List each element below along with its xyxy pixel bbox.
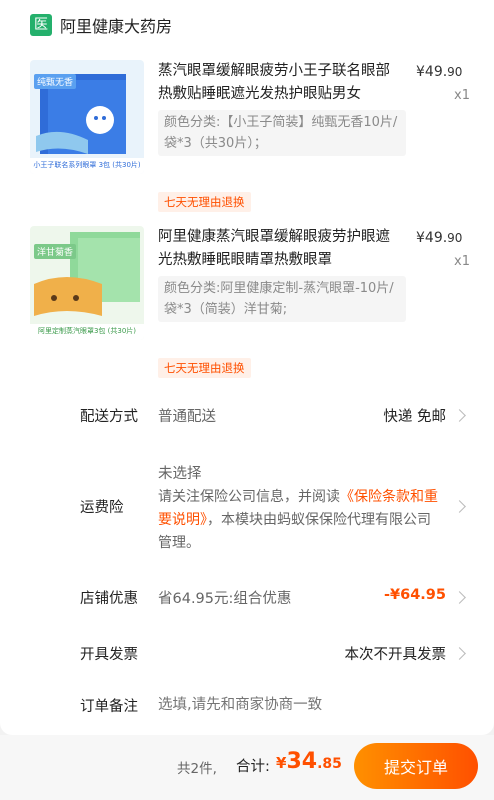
return-policy-tag: 七天无理由退换 <box>158 358 251 378</box>
product-quantity: x1 <box>454 254 470 269</box>
shipping-insurance-row[interactable]: 运费险 未选择 请关注保险公司信息，并阅读《保险条款和重要说明》，本模块由蚂蚁保… <box>80 462 466 557</box>
delivery-label: 配送方式 <box>80 409 138 425</box>
item-count: 共2件, <box>177 761 217 777</box>
delivery-fee: 快递 免邮 <box>383 409 446 425</box>
delivery-method: 普通配送 <box>158 409 216 425</box>
discount-label: 店铺优惠 <box>80 591 138 607</box>
chevron-right-icon <box>453 409 466 422</box>
product-quantity: x1 <box>454 88 470 103</box>
checkout-bar: 共2件, 合计: ¥34.85 提交订单 <box>0 735 494 800</box>
remark-input[interactable] <box>158 693 448 717</box>
product-price: ¥49.90 <box>416 230 463 246</box>
product-thumbnail[interactable]: 纯甄无香 小王子联名系列眼罩 3包 (共30片) <box>30 60 144 174</box>
pharmacy-icon: 医 <box>30 14 52 36</box>
invoice-label: 开具发票 <box>80 647 138 663</box>
shop-header[interactable]: 医 阿里健康大药房 <box>30 12 172 38</box>
order-remark-row: 订单备注 <box>80 693 464 717</box>
order-item[interactable]: 纯甄无香 小王子联名系列眼罩 3包 (共30片) 蒸汽眼罩缓解眼疲劳小王子联名眼… <box>30 60 470 212</box>
invoice-row[interactable]: 开具发票 本次不开具发票 <box>80 643 466 665</box>
total-label: 合计: <box>236 759 270 775</box>
invoice-status: 本次不开具发票 <box>344 647 447 663</box>
discount-amount: -¥64.95 <box>384 587 446 603</box>
order-item[interactable]: 洋甘菊香 阿里定制蒸汽眼罩3包 (共30片) 阿里健康蒸汽眼罩缓解眼疲劳护眼遮光… <box>30 226 470 378</box>
product-spec[interactable]: 颜色分类:阿里健康定制-蒸汽眼罩-10片/袋*3（简装）洋甘菊; <box>158 276 406 322</box>
shop-name: 阿里健康大药房 <box>60 17 173 36</box>
total-amount: ¥34.85 <box>276 749 342 774</box>
thumb-caption: 阿里定制蒸汽眼罩3包 (共30片) <box>37 327 137 335</box>
thumb-label: 纯甄无香 <box>34 74 77 89</box>
return-policy-tag: 七天无理由退换 <box>158 192 251 212</box>
thumb-label: 洋甘菊香 <box>34 244 77 259</box>
insurance-label: 运费险 <box>80 500 124 516</box>
insurance-status: 未选择 <box>158 466 202 482</box>
submit-order-button[interactable]: 提交订单 <box>354 743 478 789</box>
product-thumbnail[interactable]: 洋甘菊香 阿里定制蒸汽眼罩3包 (共30片) <box>30 226 144 340</box>
remark-label: 订单备注 <box>80 699 138 715</box>
chevron-right-icon <box>453 500 466 513</box>
chevron-right-icon <box>453 647 466 660</box>
order-card: 医 阿里健康大药房 纯甄无香 小王子联名系列眼罩 3包 (共30片) 蒸汽眼罩缓… <box>0 0 494 735</box>
insurance-notice: 请关注保险公司信息，并阅读《保险条款和重要说明》，本模块由蚂蚁保保险代理有限公司… <box>158 489 438 551</box>
product-price: ¥49.90 <box>416 64 463 80</box>
delivery-row[interactable]: 配送方式 普通配送 快递 免邮 <box>80 405 466 427</box>
product-title[interactable]: 蒸汽眼罩缓解眼疲劳小王子联名眼部热敷贴睡眠遮光发热护眼贴男女 <box>158 60 390 106</box>
product-title[interactable]: 阿里健康蒸汽眼罩缓解眼疲劳护眼遮光热敷睡眠眼睛罩热敷眼罩 <box>158 226 390 272</box>
discount-description: 省64.95元:组合优惠 <box>158 591 292 607</box>
thumb-caption: 小王子联名系列眼罩 3包 (共30片) <box>33 161 141 169</box>
shop-discount-row[interactable]: 店铺优惠 省64.95元:组合优惠 -¥64.95 <box>80 587 466 609</box>
product-spec[interactable]: 颜色分类:【小王子简装】纯甄无香10片/袋*3（共30片）； <box>158 110 406 156</box>
chevron-right-icon <box>453 591 466 604</box>
